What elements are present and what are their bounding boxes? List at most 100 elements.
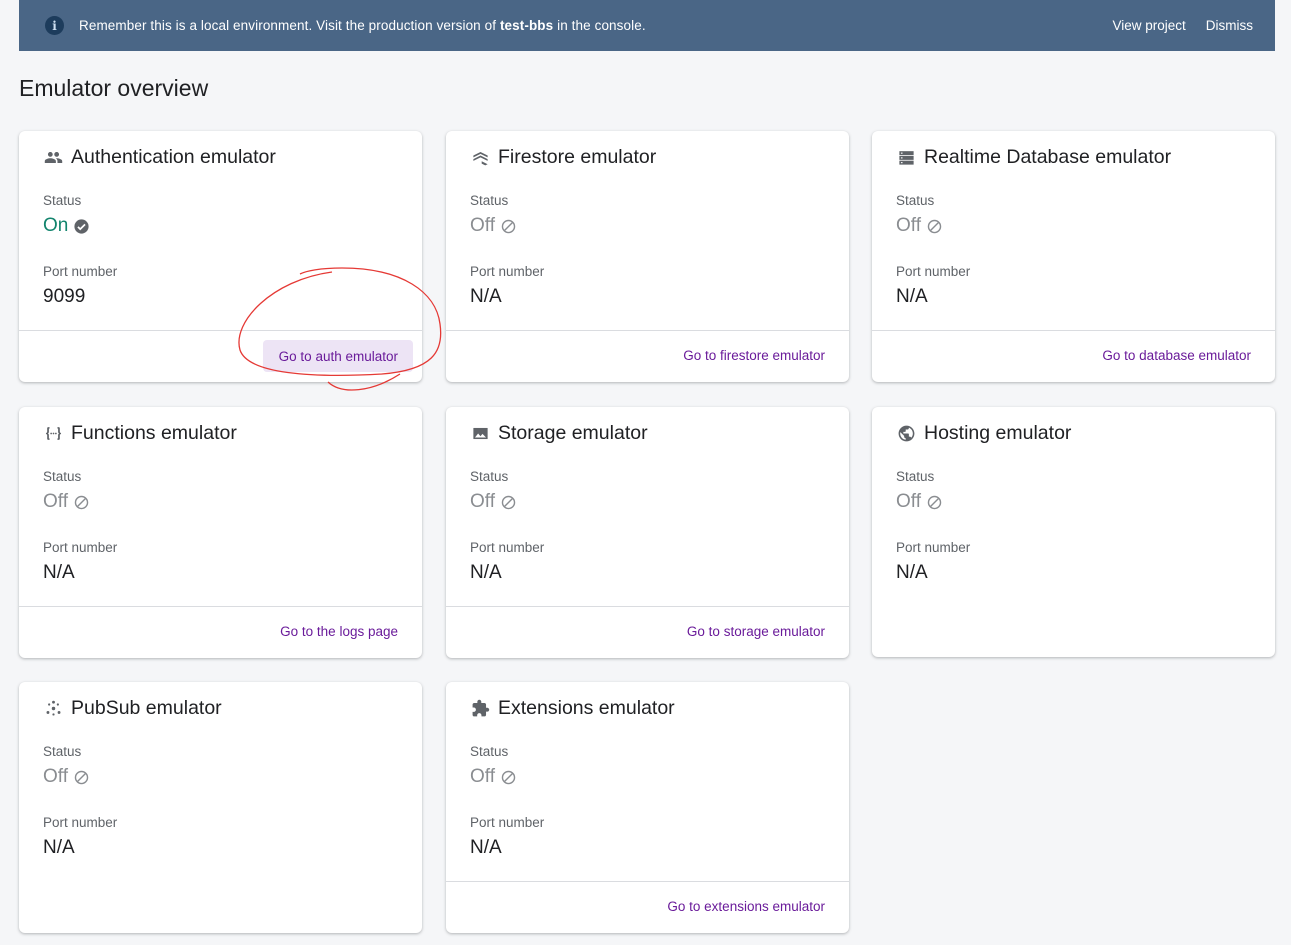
port-label: Port number xyxy=(896,540,971,555)
status-label: Status xyxy=(896,469,935,484)
port-label: Port number xyxy=(896,264,971,279)
extension-icon xyxy=(470,699,490,719)
banner-message: Remember this is a local environment. Vi… xyxy=(79,18,1092,33)
card-title-row: Storage emulator xyxy=(470,422,648,445)
card-realtime-database: Realtime Database emulator Status Off Po… xyxy=(872,131,1275,382)
card-title-row: Hosting emulator xyxy=(896,422,1071,445)
status-text: Off xyxy=(470,491,495,512)
info-icon: i xyxy=(45,16,64,35)
status-value: Off xyxy=(470,215,517,237)
port-label: Port number xyxy=(43,264,118,279)
people-icon xyxy=(43,148,63,168)
firestore-icon xyxy=(470,148,490,168)
port-label: Port number xyxy=(470,264,545,279)
status-label: Status xyxy=(470,469,509,484)
status-value: Off xyxy=(896,491,943,513)
status-text: Off xyxy=(43,491,68,512)
block-icon xyxy=(501,219,516,233)
status-text: On xyxy=(43,215,69,236)
port-value: N/A xyxy=(896,562,928,583)
globe-icon xyxy=(896,424,916,444)
card-title: Storage emulator xyxy=(498,422,648,444)
status-value: Off xyxy=(470,491,517,513)
card-divider xyxy=(446,606,849,607)
view-project-button[interactable]: View project xyxy=(1112,18,1185,33)
port-label: Port number xyxy=(43,815,118,830)
go-to-extensions-emulator-button[interactable]: Go to extensions emulator xyxy=(667,899,825,914)
status-text: Off xyxy=(896,215,921,236)
card-divider xyxy=(19,606,422,607)
status-label: Status xyxy=(470,193,509,208)
card-title: Functions emulator xyxy=(71,422,237,444)
go-to-database-emulator-button[interactable]: Go to database emulator xyxy=(1102,348,1251,363)
card-extensions: Extensions emulator Status Off Port numb… xyxy=(446,682,849,933)
card-title-row: Extensions emulator xyxy=(470,697,675,720)
port-value: 9099 xyxy=(43,286,86,307)
card-title-row: Authentication emulator xyxy=(43,146,276,169)
image-icon xyxy=(470,424,490,444)
database-icon xyxy=(896,148,916,168)
status-text: Off xyxy=(896,491,921,512)
card-firestore: Firestore emulator Status Off Port numbe… xyxy=(446,131,849,382)
card-title: Firestore emulator xyxy=(498,146,657,168)
card-pubsub: PubSub emulator Status Off Port number N… xyxy=(19,682,422,933)
status-value: Off xyxy=(470,766,517,788)
status-label: Status xyxy=(470,744,509,759)
status-value: Off xyxy=(43,491,90,513)
card-hosting: Hosting emulator Status Off Port number … xyxy=(872,407,1275,657)
port-label: Port number xyxy=(43,540,118,555)
block-icon xyxy=(927,219,942,233)
port-label: Port number xyxy=(470,540,545,555)
status-label: Status xyxy=(896,193,935,208)
go-to-storage-emulator-button[interactable]: Go to storage emulator xyxy=(687,624,825,639)
go-to-firestore-emulator-button[interactable]: Go to firestore emulator xyxy=(683,348,825,363)
card-title: PubSub emulator xyxy=(71,697,222,719)
status-value: Off xyxy=(896,215,943,237)
card-divider xyxy=(19,330,422,331)
card-title: Extensions emulator xyxy=(498,697,675,719)
status-value: Off xyxy=(43,766,90,788)
page-title: Emulator overview xyxy=(19,75,209,101)
card-title-row: Realtime Database emulator xyxy=(896,146,1171,169)
card-functions: Functions emulator Status Off Port numbe… xyxy=(19,407,422,658)
block-icon xyxy=(501,770,516,784)
card-title: Authentication emulator xyxy=(71,146,276,168)
card-storage: Storage emulator Status Off Port number … xyxy=(446,407,849,658)
card-title-row: Functions emulator xyxy=(43,422,237,445)
card-title-row: PubSub emulator xyxy=(43,697,222,720)
port-value: N/A xyxy=(470,286,502,307)
functions-icon xyxy=(43,424,63,444)
go-to-logs-page-button[interactable]: Go to the logs page xyxy=(280,624,398,639)
banner-message-prefix: Remember this is a local environment. Vi… xyxy=(79,18,500,33)
status-value: On xyxy=(43,215,90,237)
card-divider xyxy=(872,330,1275,331)
port-label: Port number xyxy=(470,815,545,830)
status-text: Off xyxy=(470,215,495,236)
port-value: N/A xyxy=(43,562,75,583)
status-text: Off xyxy=(470,766,495,787)
pubsub-icon xyxy=(43,699,63,719)
card-divider xyxy=(446,881,849,882)
card-title: Realtime Database emulator xyxy=(924,146,1172,168)
go-to-auth-emulator-button[interactable]: Go to auth emulator xyxy=(262,340,413,372)
block-icon xyxy=(74,770,89,784)
card-divider xyxy=(446,330,849,331)
block-icon xyxy=(927,495,942,509)
banner-project-name: test-bbs xyxy=(499,18,554,33)
banner-message-suffix: in the console. xyxy=(553,18,646,33)
status-label: Status xyxy=(43,744,82,759)
status-label: Status xyxy=(43,193,82,208)
environment-banner: i Remember this is a local environment. … xyxy=(19,0,1275,51)
port-value: N/A xyxy=(896,286,928,307)
check-circle-icon xyxy=(74,218,89,234)
block-icon xyxy=(74,495,89,509)
card-title-row: Firestore emulator xyxy=(470,146,656,169)
port-value: N/A xyxy=(470,837,502,858)
card-title: Hosting emulator xyxy=(924,422,1072,444)
card-authentication: Authentication emulator Status On Port n… xyxy=(19,131,422,382)
port-value: N/A xyxy=(43,837,75,858)
status-text: Off xyxy=(43,766,68,787)
dismiss-button[interactable]: Dismiss xyxy=(1206,18,1253,33)
block-icon xyxy=(501,495,516,509)
port-value: N/A xyxy=(470,562,502,583)
